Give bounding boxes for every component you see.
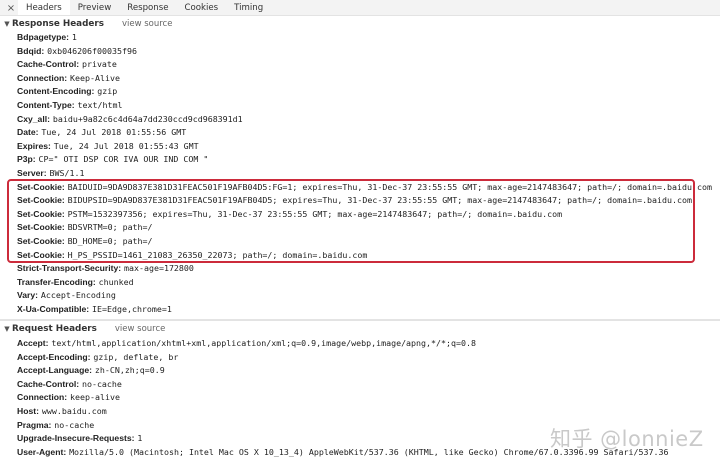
watermark: 知乎 @lonnieZ bbox=[550, 427, 704, 451]
header-row: Content-Encoding: gzip bbox=[17, 85, 117, 98]
header-value: gzip, deflate, br bbox=[93, 351, 179, 362]
header-key: Server: bbox=[17, 168, 47, 178]
header-key: Host: bbox=[17, 406, 39, 416]
header-value: no-cache bbox=[54, 419, 95, 430]
header-value: text/html bbox=[77, 100, 123, 110]
header-row: Upgrade-Insecure-Requests: 1 bbox=[17, 432, 142, 445]
header-row: Accept-Language: zh-CN,zh;q=0.9 bbox=[17, 364, 165, 377]
header-key: Strict-Transport-Security: bbox=[17, 263, 122, 274]
view-source-link[interactable]: view source bbox=[115, 324, 166, 334]
set-cookie-highlight-box bbox=[7, 179, 695, 263]
header-value: Accept-Encoding bbox=[40, 290, 116, 301]
header-value: 1 bbox=[71, 32, 77, 42]
header-row: Accept: text/html,application/xhtml+xml,… bbox=[17, 337, 476, 350]
header-value: Keep-Alive bbox=[70, 72, 120, 83]
section-title: Request Headers bbox=[12, 324, 97, 334]
header-value: private bbox=[81, 59, 117, 70]
header-key: Connection: bbox=[17, 392, 68, 403]
header-row: X-Ua-Compatible: IE=Edge,chrome=1 bbox=[17, 303, 172, 316]
header-key: Bdpagetype: bbox=[17, 32, 70, 42]
header-row: Bdpagetype: 1 bbox=[17, 31, 77, 44]
header-value: chunked bbox=[98, 276, 134, 287]
header-value: gzip bbox=[97, 86, 118, 97]
header-key: Accept-Encoding: bbox=[17, 351, 91, 362]
header-value: keep-alive bbox=[70, 392, 120, 403]
header-key: Accept: bbox=[17, 338, 49, 348]
header-row: Strict-Transport-Security: max-age=17280… bbox=[17, 262, 194, 275]
header-value: www.baidu.com bbox=[41, 406, 107, 416]
header-key: X-Ua-Compatible: bbox=[17, 304, 90, 314]
header-row: Date: Tue, 24 Jul 2018 01:55:56 GMT bbox=[17, 126, 186, 139]
header-key: Date: bbox=[17, 127, 39, 138]
header-key: Bdqid: bbox=[17, 45, 45, 56]
header-key: Cache-Control: bbox=[17, 378, 80, 389]
header-key: Cxy_all: bbox=[17, 113, 50, 124]
header-value: text/html,application/xhtml+xml,applicat… bbox=[51, 338, 476, 348]
header-key: Pragma: bbox=[17, 419, 52, 430]
header-value: max-age=172800 bbox=[123, 263, 194, 274]
header-key: Transfer-Encoding: bbox=[17, 276, 96, 287]
header-key: Content-Encoding: bbox=[17, 86, 95, 97]
header-row: Cache-Control: no-cache bbox=[17, 378, 122, 391]
header-row: Connection: Keep-Alive bbox=[17, 72, 120, 85]
header-row: Bdqid: 0xb046206f00035f96 bbox=[17, 45, 137, 58]
header-row: Cxy_all: baidu+9a82c6c4d64a7dd230ccd9cd9… bbox=[17, 113, 243, 126]
header-row: P3p: CP=" OTI DSP COR IVA OUR IND COM " bbox=[17, 153, 208, 166]
header-value: no-cache bbox=[81, 378, 122, 389]
header-value: BWS/1.1 bbox=[49, 168, 85, 178]
header-row: Cache-Control: private bbox=[17, 58, 117, 71]
header-row: Content-Type: text/html bbox=[17, 99, 122, 112]
header-key: Cache-Control: bbox=[17, 59, 80, 70]
header-key: Vary: bbox=[17, 290, 39, 301]
header-row: Connection: keep-alive bbox=[17, 391, 120, 404]
response-headers-section[interactable]: ▼ Response Headers view source bbox=[0, 15, 720, 32]
header-row: Vary: Accept-Encoding bbox=[17, 289, 116, 302]
header-row: Pragma: no-cache bbox=[17, 419, 94, 432]
header-value: IE=Edge,chrome=1 bbox=[91, 304, 172, 314]
header-key: Upgrade-Insecure-Requests: bbox=[17, 433, 135, 444]
expand-triangle-icon[interactable]: ▼ bbox=[2, 321, 12, 337]
header-key: Accept-Language: bbox=[17, 365, 92, 376]
section-title: Response Headers bbox=[12, 19, 104, 29]
header-key: Content-Type: bbox=[17, 100, 75, 110]
close-icon[interactable]: × bbox=[4, 3, 18, 14]
header-row: Expires: Tue, 24 Jul 2018 01:55:43 GMT bbox=[17, 140, 199, 153]
header-key: User-Agent: bbox=[17, 446, 67, 457]
view-source-link[interactable]: view source bbox=[122, 19, 173, 29]
header-row: Accept-Encoding: gzip, deflate, br bbox=[17, 351, 178, 364]
header-key: Connection: bbox=[17, 72, 68, 83]
header-row: Host: www.baidu.com bbox=[17, 405, 107, 418]
header-value: 0xb046206f00035f96 bbox=[47, 45, 138, 56]
header-row: Transfer-Encoding: chunked bbox=[17, 276, 134, 289]
header-value: baidu+9a82c6c4d64a7dd230ccd9cd968391d1 bbox=[52, 113, 243, 124]
header-value: CP=" OTI DSP COR IVA OUR IND COM " bbox=[38, 154, 209, 165]
header-value: Tue, 24 Jul 2018 01:55:56 GMT bbox=[41, 127, 187, 138]
header-value: 1 bbox=[137, 433, 143, 444]
header-key: Expires: bbox=[17, 140, 51, 151]
header-value: zh-CN,zh;q=0.9 bbox=[94, 365, 165, 376]
request-headers-section[interactable]: ▼ Request Headers view source bbox=[0, 320, 720, 337]
expand-triangle-icon[interactable]: ▼ bbox=[2, 16, 12, 32]
header-key: P3p: bbox=[17, 154, 36, 165]
header-value: Tue, 24 Jul 2018 01:55:43 GMT bbox=[53, 140, 199, 151]
